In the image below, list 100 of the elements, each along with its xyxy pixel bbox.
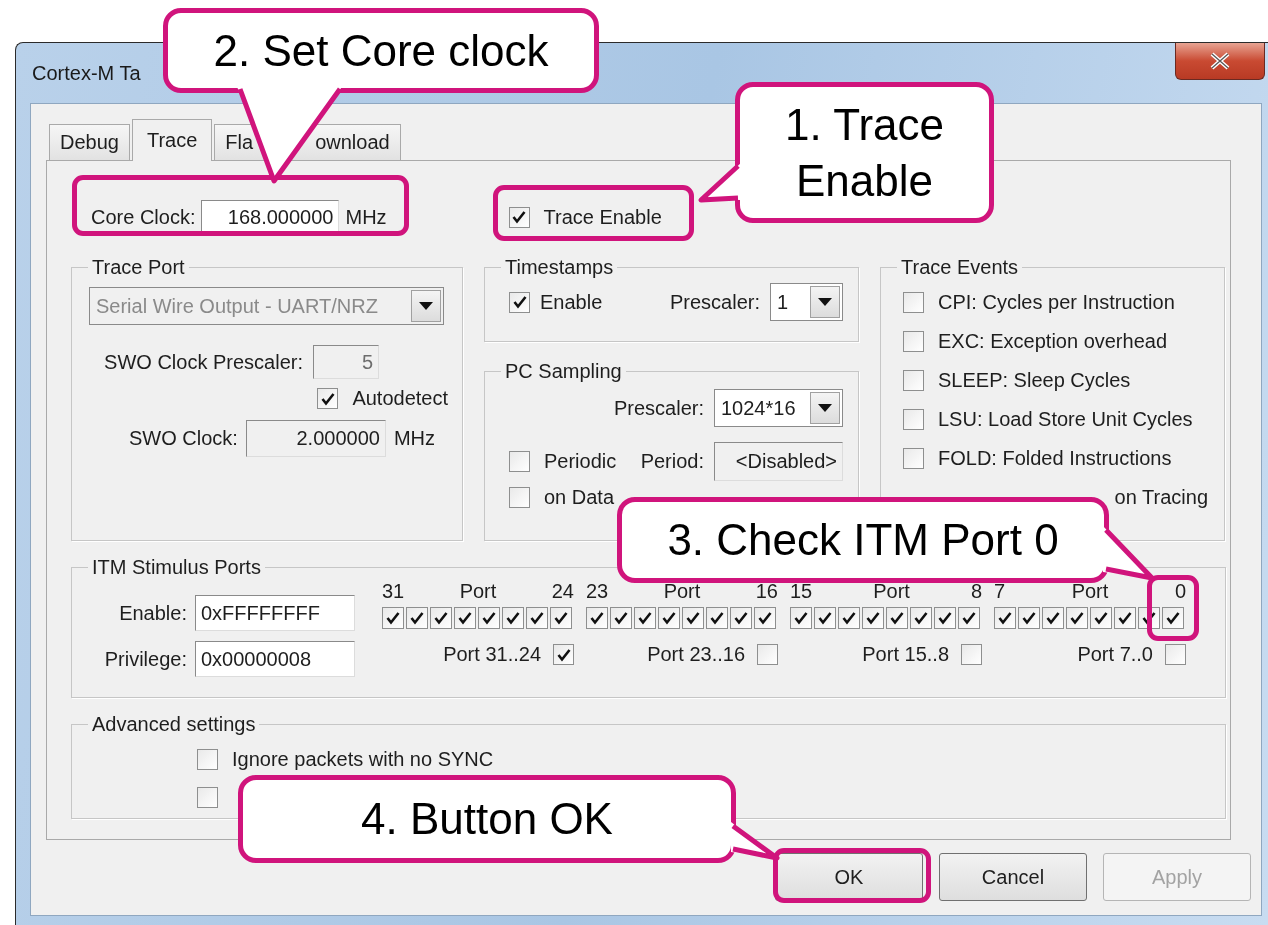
checkbox-label: Port 31..24 [443,643,541,666]
checkbox[interactable] [757,644,778,665]
text-field[interactable]: <Disabled> [714,442,843,481]
checkbox-label: Trace Enable [543,205,662,229]
checkbox[interactable] [1090,607,1112,629]
checkbox[interactable] [658,607,680,629]
checkbox-label: EXC: Exception overhead [938,330,1168,353]
tab[interactable]: Debug [49,124,130,160]
port-heading: Port [459,579,497,603]
checkbox[interactable] [682,607,704,629]
checkbox-label: Periodic [544,450,617,473]
tab[interactable]: Trace [131,119,213,161]
checkbox-label: on Tracing [1114,486,1208,509]
checkbox[interactable] [406,607,428,629]
checkbox[interactable] [1162,607,1184,629]
checkbox[interactable] [994,607,1016,629]
checkbox[interactable] [903,448,924,469]
field-label: Prescaler: [669,290,760,314]
checkbox[interactable] [508,206,530,228]
field-label: Prescaler: [613,396,704,420]
group-title: PC Sampling [504,359,623,383]
window-title: Cortex-M Ta [31,61,141,85]
checkbox[interactable] [1165,644,1186,665]
checkbox[interactable] [197,786,218,808]
checkbox-label: on Data [544,486,615,509]
callout-pointer [731,822,780,861]
dropdown[interactable]: 1024*16 [714,389,843,427]
checkbox[interactable] [754,607,776,629]
group-title: Timestamps [504,255,615,279]
group-title: Advanced settings [91,712,257,736]
callout-pointer [698,162,742,203]
checkbox[interactable] [197,748,218,770]
dropdown[interactable]: 1 [770,283,843,321]
callout: 4. Button OK [238,775,736,863]
checkbox-label: CPI: Cycles per Instruction [938,291,1175,314]
checkbox[interactable] [934,607,956,629]
port-number: 24 [551,579,574,603]
checkbox[interactable] [903,409,924,430]
checkbox[interactable] [502,607,524,629]
checkbox[interactable] [706,607,728,629]
checkbox[interactable] [526,607,548,629]
checkbox[interactable] [886,607,908,629]
text-field[interactable]: 168.000000 [201,200,340,234]
checkbox[interactable] [634,607,656,629]
checkbox[interactable] [730,607,752,629]
checkbox[interactable] [958,607,980,629]
field-label: Enable: [118,601,187,625]
port-number: 23 [586,579,609,603]
checkbox[interactable] [1018,607,1040,629]
dialog-button[interactable]: OK [775,853,923,901]
callout: 1. Trace Enable [735,82,994,223]
checkbox[interactable] [550,607,572,629]
checkbox[interactable] [903,292,924,313]
checkbox-label: Autodetect [352,387,448,410]
checkbox[interactable] [903,370,924,391]
caret-icon [818,404,832,412]
checkbox-label: SLEEP: Sleep Cycles [938,369,1131,392]
checkbox[interactable] [961,644,982,665]
field-label: SWO Clock: [129,427,238,450]
close-icon [1209,52,1231,70]
checkbox[interactable] [553,644,574,665]
dialog-button[interactable]: Cancel [939,853,1087,901]
close-button[interactable] [1175,43,1265,80]
checkbox[interactable] [509,487,530,508]
checkbox[interactable] [1066,607,1088,629]
checkbox[interactable] [509,291,530,313]
checkbox[interactable] [509,451,530,472]
checkbox[interactable] [790,607,812,629]
text-field[interactable]: 0x00000008 [195,641,355,677]
checkbox[interactable] [382,607,404,629]
checkbox[interactable] [430,607,452,629]
caret-icon [419,302,433,310]
field-label: Period: [640,450,704,473]
checkbox-label: Port 7..0 [1077,643,1153,666]
unit-label: MHz [345,205,387,229]
field-label: Core Clock: [91,205,196,229]
checkbox[interactable] [317,388,339,409]
checkbox[interactable] [586,607,608,629]
checkbox[interactable] [1114,607,1136,629]
checkbox-label: Port 23..16 [647,643,745,666]
checkbox[interactable] [838,607,860,629]
checkbox-label: Ignore packets with no SYNC [232,747,494,771]
checkbox[interactable] [862,607,884,629]
field-label: SWO Clock Prescaler: [104,350,303,374]
checkbox-label: FOLD: Folded Instructions [938,447,1172,470]
group-title: ITM Stimulus Ports [91,555,262,579]
checkbox[interactable] [903,331,924,352]
checkbox-label: Port 15..8 [862,643,949,666]
caret-icon [818,298,832,306]
checkbox[interactable] [454,607,476,629]
checkbox[interactable] [910,607,932,629]
checkbox[interactable] [478,607,500,629]
field-label: Privilege: [103,647,187,671]
group-title: Trace Events [900,255,1020,279]
checkbox[interactable] [814,607,836,629]
port-number: 31 [382,579,405,603]
checkbox[interactable] [1042,607,1064,629]
checkbox[interactable] [610,607,632,629]
text-field[interactable]: 0xFFFFFFFF [195,595,355,631]
group-title: Trace Port [91,255,186,279]
